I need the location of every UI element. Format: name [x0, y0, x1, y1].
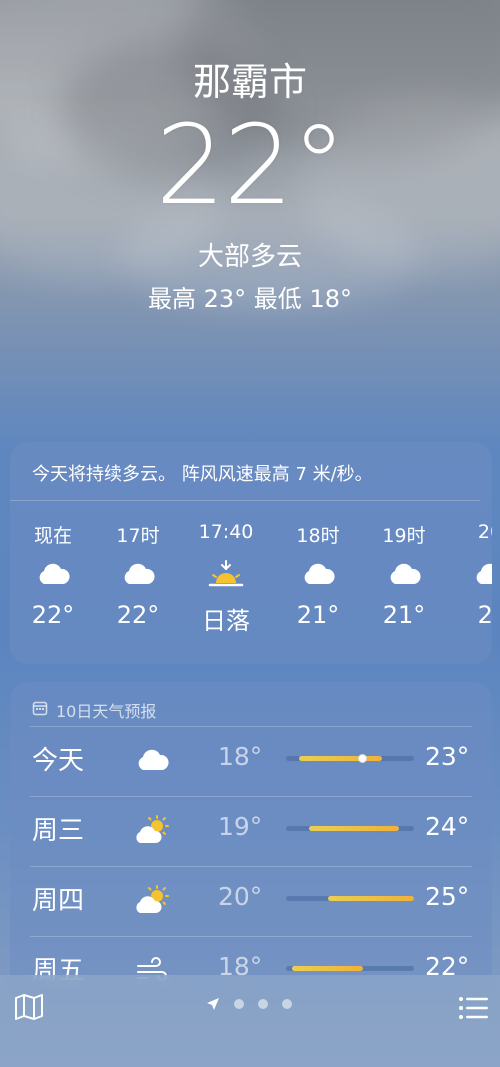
partly-sunny-icon	[132, 880, 172, 920]
hour-item: 现在 22°	[18, 521, 88, 629]
temperature-range-fill	[292, 966, 363, 971]
list-icon[interactable]	[458, 995, 490, 1025]
hour-time: 20	[477, 521, 492, 543]
forecast-row[interactable]: 周三 19° 24°	[10, 796, 492, 864]
temperature-range-bar	[286, 754, 414, 763]
page-dot[interactable]	[258, 999, 268, 1009]
hour-time: 17:40	[198, 521, 254, 543]
forecast-low: 19°	[218, 812, 263, 841]
ten-day-header: 10日天气预报	[10, 682, 492, 724]
current-temperature-dot	[358, 754, 368, 763]
forecast-row[interactable]: 周四 20° 25°	[10, 866, 492, 934]
forecast-day: 周三	[32, 816, 85, 846]
current-weather: 那霸市 22° 大部多云 最高 23° 最低 18°	[0, 60, 500, 314]
hour-item: 20 2(	[455, 521, 492, 629]
hour-item: 19时 21°	[369, 521, 439, 629]
calendar-icon	[32, 700, 48, 720]
hour-time: 19时	[382, 525, 426, 547]
forecast-day: 周四	[32, 886, 85, 916]
location-arrow-icon	[207, 998, 219, 1010]
cloud-icon	[455, 547, 492, 601]
page-indicator[interactable]	[206, 997, 292, 1011]
temperature-range-bar	[286, 966, 414, 971]
forecast-row[interactable]: 今天 18° 23°	[10, 726, 492, 794]
ten-day-title: 10日天气预报	[56, 702, 157, 721]
partly-sunny-icon	[132, 810, 172, 850]
forecast-high: 24°	[425, 812, 470, 841]
sunset-icon	[191, 547, 261, 601]
temperature-range-fill	[309, 826, 399, 831]
hour-temp: 21°	[382, 601, 426, 629]
cloud-icon	[103, 547, 173, 601]
hour-temp: 日落	[202, 607, 250, 635]
page-dot[interactable]	[282, 999, 292, 1009]
hour-time: 17时	[116, 525, 160, 547]
high-low-text: 最高 23° 最低 18°	[148, 284, 352, 313]
hourly-list[interactable]: 现在 22° 17时 22° 17:40 日落 18时 21° 19时 21° …	[10, 501, 492, 641]
hourly-forecast-card[interactable]: 今天将持续多云。 阵风风速最高 7 米/秒。 现在 22° 17时 22° 17…	[10, 442, 492, 664]
hour-temp: 22°	[116, 601, 160, 629]
hourly-summary: 今天将持续多云。 阵风风速最高 7 米/秒。	[10, 442, 480, 501]
forecast-low: 20°	[218, 882, 263, 911]
cloud-icon	[132, 740, 172, 780]
hour-temp: 22°	[31, 601, 75, 629]
hour-temp: 2(	[477, 601, 492, 629]
page-dot[interactable]	[234, 999, 244, 1009]
forecast-high: 25°	[425, 882, 470, 911]
temperature-range-fill	[328, 896, 414, 901]
cloud-icon	[369, 547, 439, 601]
temperature-range-fill	[298, 756, 382, 761]
forecast-day: 今天	[32, 746, 85, 776]
city-name: 那霸市	[192, 60, 307, 104]
cloud-icon	[18, 547, 88, 601]
hour-item: 18时 21°	[283, 521, 353, 629]
condition-text: 大部多云	[197, 241, 302, 272]
hour-time: 现在	[33, 525, 72, 547]
temperature-range-bar	[286, 896, 414, 901]
forecast-low: 18°	[218, 742, 263, 771]
forecast-high: 23°	[425, 742, 470, 771]
bottom-toolbar	[0, 975, 500, 1067]
cloud-icon	[283, 547, 353, 601]
map-icon[interactable]	[14, 993, 44, 1025]
ten-day-forecast-card[interactable]: 10日天气预报 今天 18° 23° 周三 19° 24° 周四 20° 25°…	[10, 682, 492, 1002]
current-temperature: 22°	[155, 100, 347, 229]
hour-item: 17:40 日落	[191, 521, 261, 636]
hour-temp: 21°	[296, 601, 340, 629]
temperature-range-bar	[286, 826, 414, 831]
hour-time: 18时	[296, 525, 340, 547]
hour-item: 17时 22°	[103, 521, 173, 629]
